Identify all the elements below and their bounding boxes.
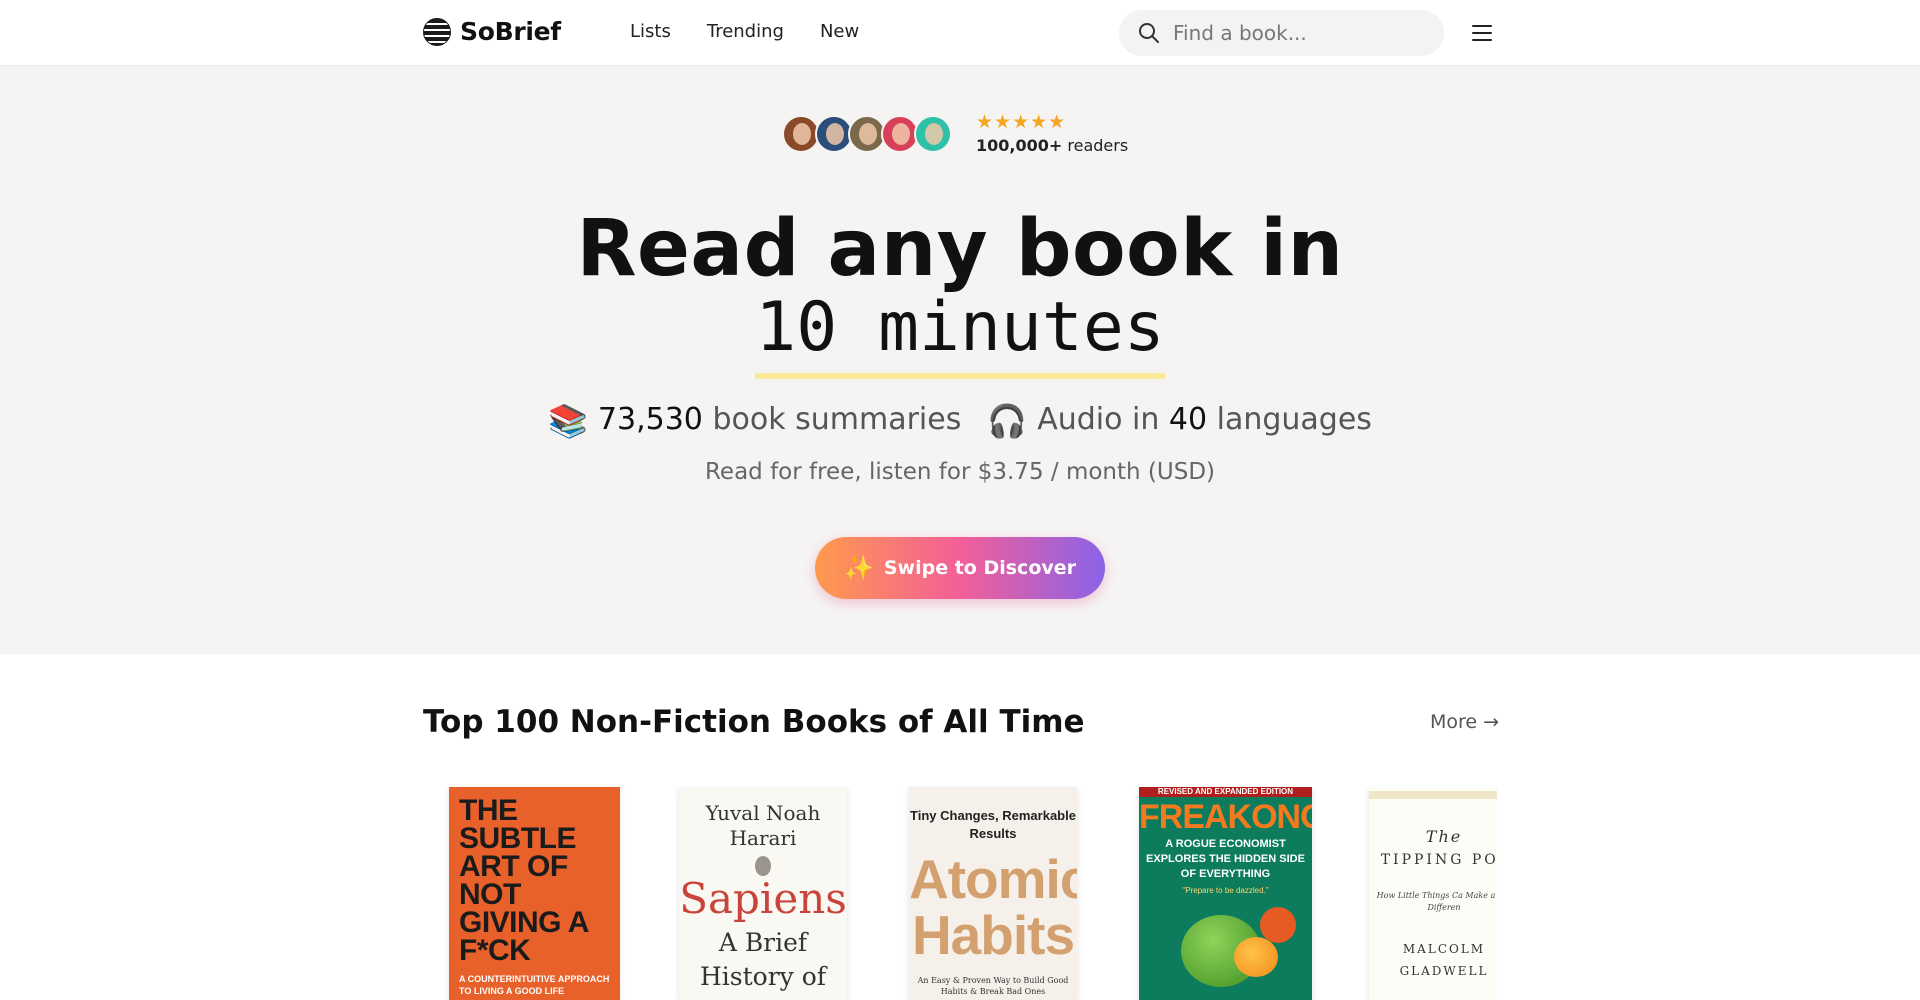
sparkle-icon: ✨: [843, 554, 874, 582]
more-link[interactable]: More →: [1430, 711, 1499, 733]
book-cover-band: [1369, 791, 1497, 799]
orange-illustration: [1234, 937, 1278, 977]
menu-icon[interactable]: [1470, 22, 1494, 44]
hero-stats: 📚 73,530 book summaries 🎧 Audio in 40 langu…: [548, 402, 1372, 440]
bestseller-badge: [1260, 907, 1296, 943]
book-cover-subtitle: How Little Things Ca Make a Big Differen: [1376, 891, 1497, 912]
hero-section: ★★★★★ 100,000+ readers Read any book in …: [0, 66, 1920, 654]
search-input[interactable]: [1173, 21, 1423, 45]
fingerprint-icon: [755, 856, 771, 876]
reader-rating: ★★★★★ 100,000+ readers: [976, 112, 1128, 155]
readers-count: 100,000+ readers: [976, 136, 1129, 155]
cta-label: Swipe to Discover: [883, 557, 1077, 579]
nav-lists[interactable]: Lists: [630, 21, 671, 42]
section-title: Top 100 Non-Fiction Books of All Time: [423, 704, 1085, 740]
logo-icon: [423, 17, 451, 46]
brand-name: SoBrief: [460, 17, 561, 46]
book-card[interactable]: The TIPPING POI How Little Things Ca Mak…: [1369, 787, 1497, 1000]
book-card[interactable]: REVISED AND EXPANDED EDITION FREAKONOMIC…: [1139, 787, 1312, 1000]
book-cover-subtitle: A COUNTERINTUITIVE APPROACH TO LIVING A …: [459, 974, 610, 996]
book-cover-subtitle: A ROGUE ECONOMIST EXPLORES THE HIDDEN SI…: [1146, 838, 1305, 880]
book-cover-tagline: Tiny Changes, Remarkable Results: [910, 808, 1076, 841]
nav-trending[interactable]: Trending: [707, 21, 784, 42]
book-cover-author: MALCOLM GLADWELL: [1399, 942, 1489, 978]
book-card[interactable]: Yuval Noah Harari Sapiens A Brief Histor…: [679, 787, 847, 1000]
hero-title: Read any book in: [576, 204, 1344, 294]
avatar: [914, 115, 952, 153]
search-box[interactable]: [1119, 10, 1444, 56]
book-cover-subtitle: An Easy & Proven Way to Build Good Habit…: [917, 976, 1069, 996]
book-cover-author: Yuval Noah Harari: [705, 801, 821, 850]
hero-title-highlight: 10 minutes: [0, 288, 1920, 379]
nav-new[interactable]: New: [820, 21, 859, 42]
headphones-emoji-icon: 🎧: [987, 402, 1028, 440]
pricing-text: Read for free, listen for $3.75 / month …: [704, 459, 1216, 485]
books-emoji-icon: 📚: [548, 402, 588, 440]
book-cover-quote: "Prepare to be dazzled.": [1182, 886, 1269, 895]
main-nav: Lists Trending New: [630, 21, 859, 42]
star-rating-icon: ★★★★★: [976, 111, 1067, 133]
reader-avatars: [782, 115, 952, 153]
book-cover-title: The: [1425, 827, 1463, 846]
book-carousel: THE SUBTLE ART OF NOT GIVING A F*CK A CO…: [423, 786, 1497, 1000]
search-icon: [1139, 23, 1159, 43]
swipe-to-discover-button[interactable]: ✨ Swipe to Discover: [815, 537, 1105, 599]
book-cover-title: Atomic Habits: [909, 848, 1077, 966]
book-cover-title: Sapiens: [679, 874, 847, 923]
book-cover-subtitle: A Brief History of: [699, 928, 827, 991]
book-cover-title: TIPPING POI: [1380, 852, 1497, 868]
book-card[interactable]: Tiny Changes, Remarkable Results Atomic …: [909, 787, 1077, 1000]
book-cover-band: REVISED AND EXPANDED EDITION: [1139, 787, 1312, 797]
book-cover-title: FREAKONOMICS: [1139, 798, 1312, 836]
book-card[interactable]: THE SUBTLE ART OF NOT GIVING A F*CK A CO…: [449, 787, 620, 1000]
book-cover-title: THE SUBTLE ART OF NOT GIVING A F*CK: [459, 794, 588, 967]
brand-logo[interactable]: SoBrief: [423, 17, 561, 46]
site-header: SoBrief Lists Trending New: [0, 0, 1920, 66]
